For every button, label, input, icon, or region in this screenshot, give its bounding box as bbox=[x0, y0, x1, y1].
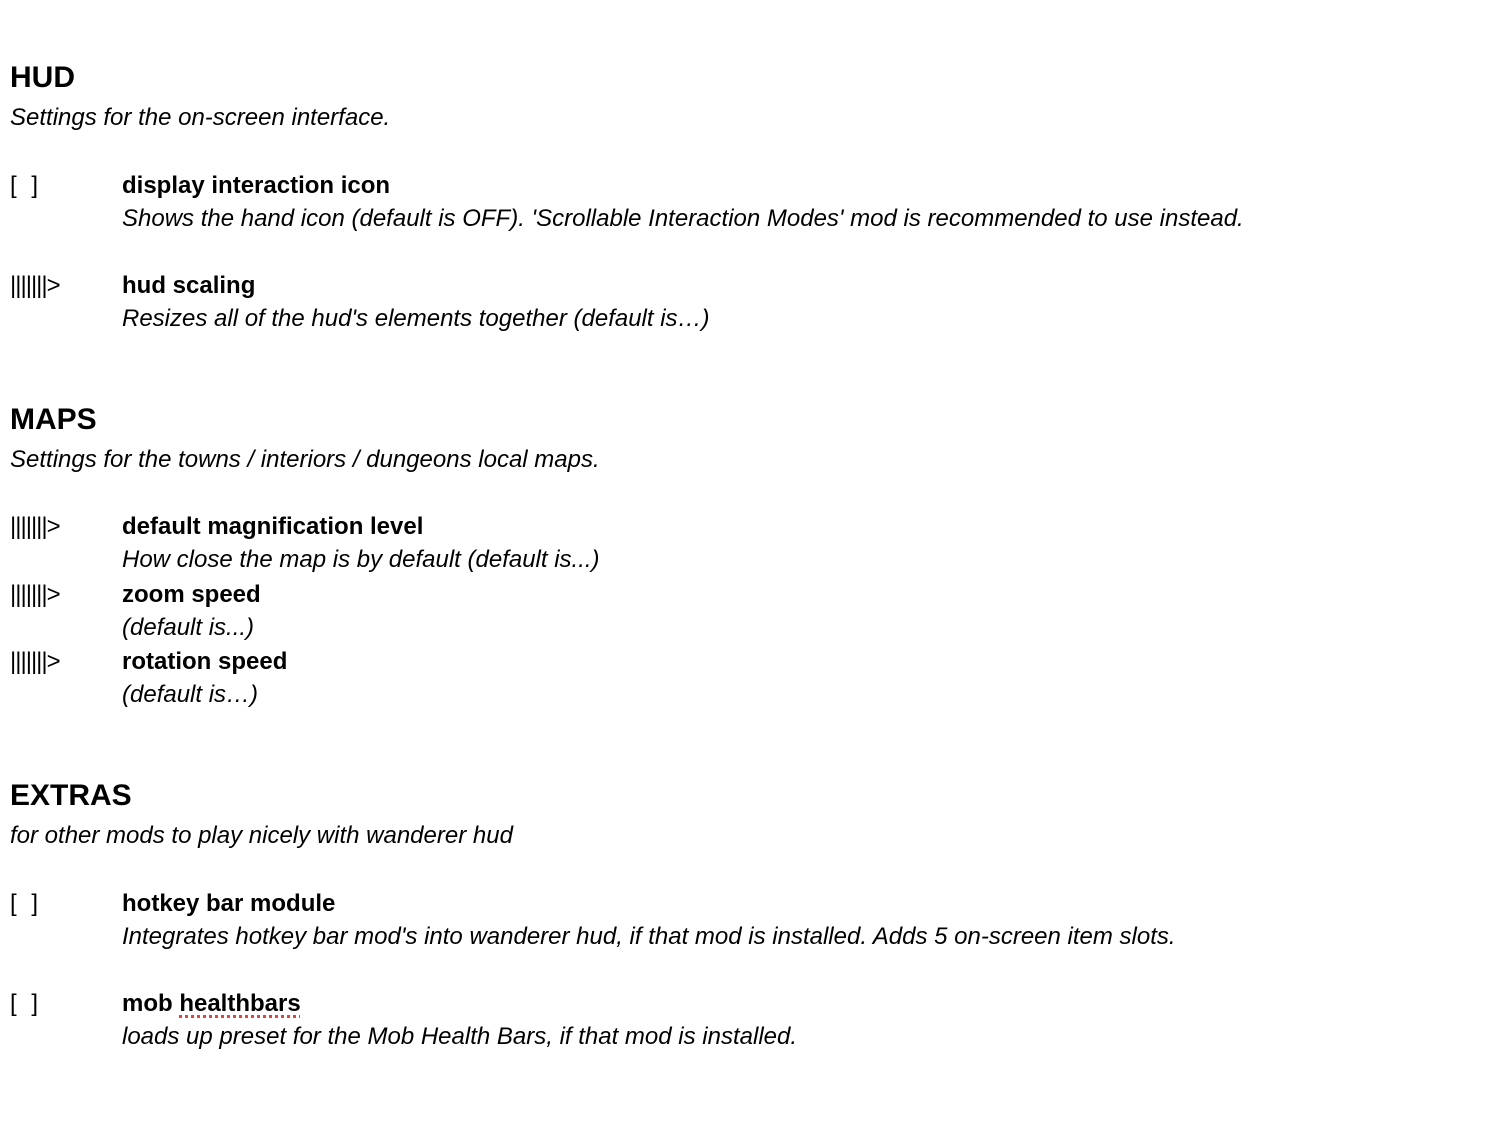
setting-name: hud scaling bbox=[122, 272, 256, 299]
section-description-maps: Settings for the towns / interiors / dun… bbox=[10, 446, 600, 473]
setting-name: rotation speed bbox=[122, 648, 288, 675]
setting-description: (default is...) bbox=[122, 614, 255, 641]
setting-description: Integrates hotkey bar mod's into wandere… bbox=[122, 923, 1176, 950]
spellcheck-flagged-word: healthbars bbox=[179, 990, 301, 1017]
checkbox-display-interaction-icon[interactable]: [ ] bbox=[10, 171, 42, 201]
setting-description: (default is…) bbox=[122, 681, 259, 708]
setting-name-prefix: mob bbox=[122, 990, 180, 1017]
setting-name: hotkey bar module bbox=[122, 890, 336, 917]
setting-mob-healthbars: [ ] mob healthbars loads up preset for t… bbox=[10, 989, 1470, 1055]
section-title-extras: EXTRAS bbox=[10, 779, 132, 812]
setting-hud-scaling: |||||||> hud scaling Resizes all of the … bbox=[10, 271, 1470, 337]
slider-hud-scaling[interactable]: |||||||> bbox=[10, 271, 61, 301]
section-description-hud: Settings for the on-screen interface. bbox=[10, 104, 391, 131]
section-title-hud: HUD bbox=[10, 61, 75, 94]
setting-hotkey-bar-module: [ ] hotkey bar module Integrates hotkey … bbox=[10, 889, 1470, 955]
checkbox-hotkey-bar-module[interactable]: [ ] bbox=[10, 889, 42, 919]
setting-description: loads up preset for the Mob Health Bars,… bbox=[122, 1023, 798, 1050]
setting-display-interaction-icon: [ ] display interaction icon Shows the h… bbox=[10, 171, 1470, 237]
setting-name: mob healthbars bbox=[122, 989, 301, 1019]
setting-name: default magnification level bbox=[122, 513, 424, 540]
setting-default-magnification-level: |||||||> default magnification level How… bbox=[10, 512, 1470, 578]
section-title-maps: MAPS bbox=[10, 403, 97, 436]
slider-zoom-speed[interactable]: |||||||> bbox=[10, 580, 61, 610]
checkbox-mob-healthbars[interactable]: [ ] bbox=[10, 989, 42, 1019]
setting-description: How close the map is by default (default… bbox=[122, 546, 600, 573]
slider-default-magnification-level[interactable]: |||||||> bbox=[10, 512, 61, 542]
section-description-extras: for other mods to play nicely with wande… bbox=[10, 822, 513, 849]
setting-name: display interaction icon bbox=[122, 172, 391, 199]
setting-rotation-speed: |||||||> rotation speed (default is…) bbox=[10, 647, 1470, 713]
setting-description: Shows the hand icon (default is OFF). 'S… bbox=[122, 205, 1244, 232]
setting-zoom-speed: |||||||> zoom speed (default is...) bbox=[10, 580, 1470, 646]
setting-name: zoom speed bbox=[122, 581, 261, 608]
slider-rotation-speed[interactable]: |||||||> bbox=[10, 647, 61, 677]
setting-description: Resizes all of the hud's elements togeth… bbox=[122, 305, 710, 332]
